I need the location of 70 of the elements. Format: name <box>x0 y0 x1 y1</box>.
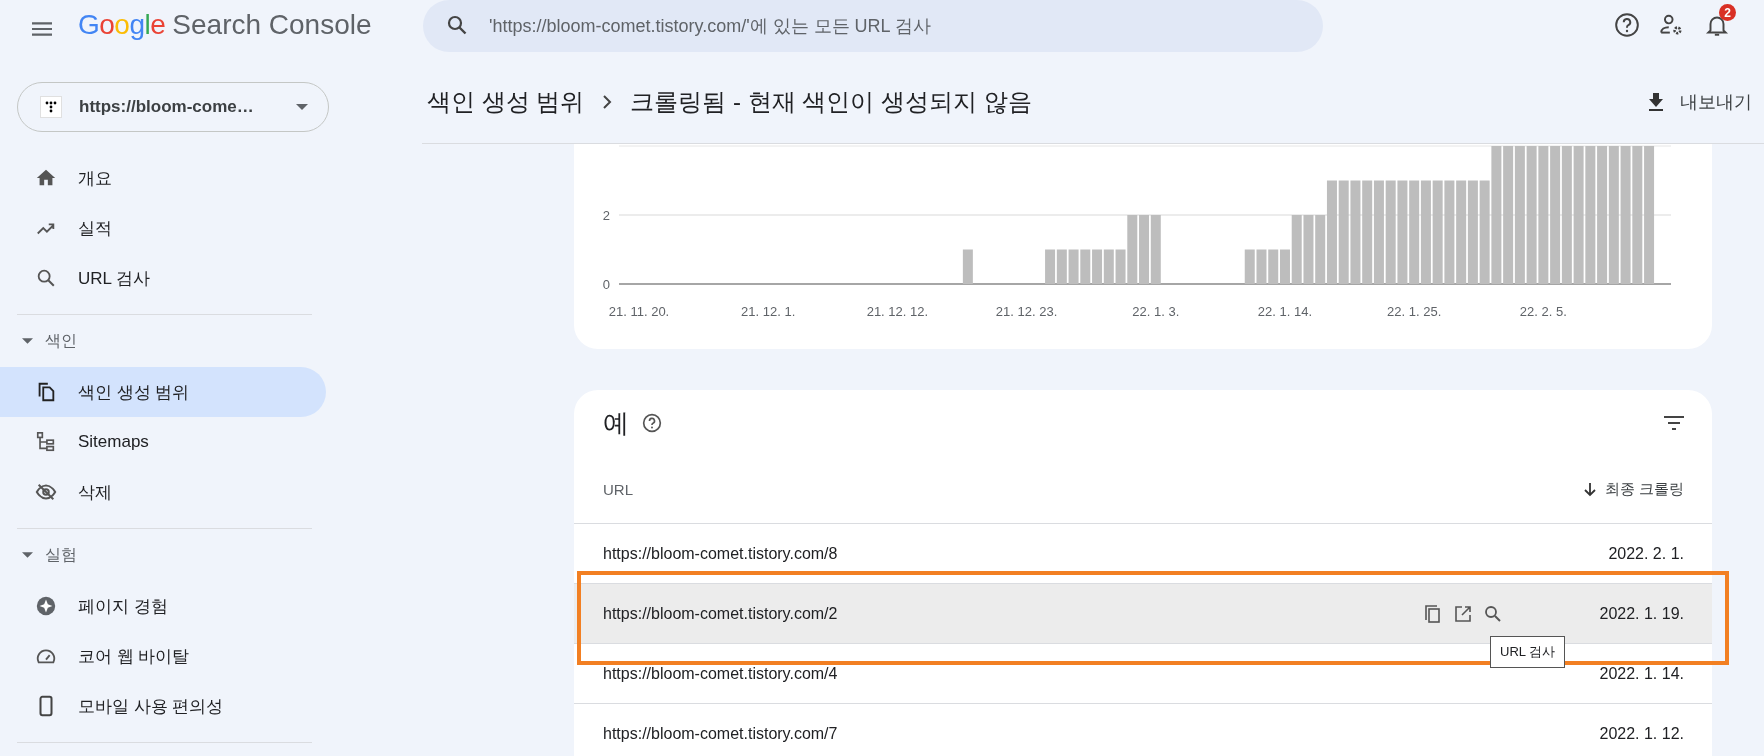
menu-icon[interactable] <box>32 22 52 36</box>
chart-bar <box>1068 249 1079 284</box>
x-axis-label: 22. 1. 25. <box>1387 304 1442 319</box>
nav-item[interactable]: 코어 웹 바이탈 <box>0 631 326 681</box>
x-axis-label: 21. 12. 23. <box>995 304 1058 319</box>
search-icon <box>445 13 469 37</box>
notification-badge: 2 <box>1719 4 1736 21</box>
user-settings-icon[interactable] <box>1659 12 1685 38</box>
breadcrumb-link[interactable]: 색인 생성 범위 <box>427 85 585 118</box>
chart-bar <box>1256 249 1267 284</box>
x-axis-label: 22. 1. 3. <box>1132 304 1180 319</box>
url-cell-text: https://bloom-comet.tistory.com/7 <box>603 724 839 743</box>
url-cell-text: https://bloom-comet.tistory.com/8 <box>603 544 839 563</box>
chart-bar <box>1139 215 1150 284</box>
chart-bar <box>1244 249 1255 284</box>
open-external-icon[interactable] <box>1453 603 1474 624</box>
search-icon <box>35 267 57 289</box>
nav-item[interactable]: 페이지 경험 <box>0 581 326 631</box>
x-axis-label: 21. 12. 1. <box>741 304 796 319</box>
nav-item[interactable]: 모바일 사용 편의성 <box>0 681 326 731</box>
date-cell: 2022. 1. 14. <box>1599 664 1684 683</box>
app-logo[interactable]: Google Search Console <box>78 9 378 41</box>
table-row[interactable]: https://bloom-comet.tistory.com/7 2022. 1. 12. <box>574 704 1712 756</box>
x-axis-label: 22. 2. 5. <box>1519 304 1567 319</box>
page-title: 크롤링됨 - 현재 색인이 생성되지 않음 <box>630 86 1032 117</box>
eye-off-icon <box>35 481 57 503</box>
help-icon[interactable] <box>1614 12 1640 38</box>
column-header[interactable]: 최종 크롤링 <box>1583 480 1684 499</box>
tooltip: URL 검사 <box>1490 636 1566 668</box>
help-icon[interactable] <box>642 413 662 433</box>
table-row[interactable]: https://bloom-comet.tistory.com/2 2022. 1. 19. <box>574 584 1712 644</box>
chart-bar <box>1150 215 1161 284</box>
chart-bar <box>1056 249 1067 284</box>
nav-item[interactable]: URL 검사 <box>0 253 326 303</box>
url-cell-text: https://bloom-comet.tistory.com/2 <box>603 604 839 623</box>
chart-bar <box>1045 249 1056 284</box>
x-axis-label: 21. 11. 20. <box>608 304 670 319</box>
nav-item[interactable]: 색인 생성 범위 <box>0 367 326 417</box>
chevron-right-icon <box>602 93 613 110</box>
card-title: 예 <box>603 406 629 440</box>
site-favicon-icon <box>40 96 62 118</box>
url-cell-text: https://bloom-comet.tistory.com/4 <box>603 664 839 683</box>
chart-bar <box>1103 249 1114 284</box>
chart-bar <box>962 249 973 284</box>
download-icon <box>1648 92 1664 111</box>
property-selector[interactable]: https://bloom-come… <box>17 82 329 132</box>
sitemap-icon <box>35 431 57 453</box>
nav-item[interactable]: Sitemaps <box>0 417 326 467</box>
x-axis-label: 22. 1. 14. <box>1257 304 1313 319</box>
section-header[interactable]: 실험 <box>0 529 122 581</box>
filter-icon[interactable] <box>1664 416 1684 430</box>
date-cell: 2022. 1. 12. <box>1599 724 1684 743</box>
nav-item[interactable]: 개요 <box>0 153 326 203</box>
chart-bar <box>1080 249 1091 284</box>
sparkle-circle-icon <box>35 595 57 617</box>
x-axis-label: 21. 12. 12. <box>866 304 929 319</box>
chart-bar <box>1303 215 1314 284</box>
nav-item[interactable]: 실적 <box>0 203 326 253</box>
nav-item[interactable]: 삭제 <box>0 467 326 517</box>
export-button[interactable]: 내보내기 <box>1642 88 1758 115</box>
y-axis-label: 0 <box>602 277 610 292</box>
date-cell: 2022. 2. 1. <box>1608 544 1684 563</box>
section-header[interactable]: 색인 <box>0 315 122 367</box>
chart-bar <box>1268 249 1279 284</box>
caret-down-icon <box>296 104 308 110</box>
search-field[interactable]: 'https://bloom-comet.tistory.com/'에 있는 모든 URL 검사 <box>423 0 1323 52</box>
chart-bar <box>1092 249 1103 284</box>
column-header[interactable]: URL <box>603 481 633 498</box>
date-cell: 2022. 1. 19. <box>1599 604 1684 623</box>
y-axis-label: 2 <box>602 208 610 223</box>
